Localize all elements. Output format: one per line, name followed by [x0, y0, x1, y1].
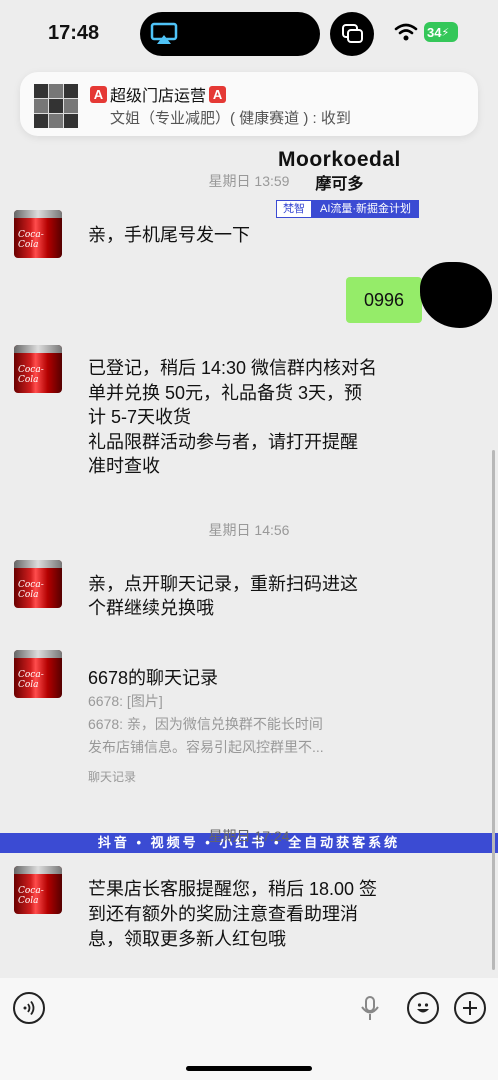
watermark-en: Moorkoedal: [278, 148, 401, 171]
group-avatar: [34, 84, 78, 128]
card-line: 6678: 亲，因为微信兑换群不能长时间: [88, 716, 323, 732]
message-text: 已登记，稍后 14:30 微信群内核对名 单并兑换 50元，礼品备货 3天，预 …: [88, 356, 377, 479]
battery-level: 34: [427, 24, 442, 40]
dynamic-island[interactable]: [140, 12, 320, 56]
airplay-icon: [150, 22, 178, 44]
input-bar: [0, 978, 498, 1080]
notification-banner[interactable]: A 超级门店运营 A 文姐（专业减肥）( 健康赛道 ) : 收到: [20, 72, 478, 136]
message-text: 亲，手机尾号发一下: [88, 225, 250, 245]
message-text: 芒果店长客服提醒您，稍后 18.00 签 到还有额外的奖励注意查看助理消 息，领…: [88, 877, 377, 952]
badge-icon: A: [90, 85, 107, 103]
status-bar: 17:48 34 ⚡: [0, 0, 498, 70]
avatar[interactable]: [14, 210, 62, 258]
timestamp: 星期日 14:56: [208, 522, 290, 538]
avatar[interactable]: [14, 560, 62, 608]
message-line: 礼品限群活动参与者，请打开提醒: [88, 431, 358, 452]
card-line: 发布店铺信息。容易引起风控群里不...: [88, 739, 324, 755]
voice-toggle-icon[interactable]: [13, 992, 45, 1024]
message-line: 亲，点开聊天记录，重新扫码进这: [88, 574, 358, 594]
card-footer: 聊天记录: [88, 770, 137, 784]
avatar[interactable]: [14, 866, 62, 914]
notification-title: 超级门店运营: [110, 88, 207, 105]
message-line: 计 5-7天收货: [88, 407, 192, 427]
message-line: 单并兑换 50元，礼品备货 3天，预: [88, 382, 363, 403]
charging-icon: ⚡: [441, 26, 450, 39]
emoji-icon[interactable]: [407, 992, 439, 1024]
home-indicator[interactable]: [186, 1066, 312, 1071]
card-line: 6678: [图片]: [88, 693, 163, 709]
scrollbar[interactable]: [492, 450, 495, 970]
watermark-tag: 梵智 AI流量·新掘金计划: [276, 200, 420, 218]
notification-body: 文姐（专业减肥）( 健康赛道 ) : 收到: [110, 110, 351, 127]
message-line: 到还有额外的奖励注意查看助理消: [88, 904, 358, 924]
watermark-tag-left: 梵智: [276, 200, 312, 218]
battery-indicator: 34 ⚡: [424, 22, 458, 42]
timestamp: 星期日 13:59: [208, 173, 290, 189]
wifi-icon: [394, 23, 418, 41]
timestamp: 星期日 17:24: [208, 828, 290, 844]
watermark-tag-right: AI流量·新掘金计划: [312, 200, 420, 218]
message-line: 准时查收: [88, 456, 160, 476]
self-message-text: 0996: [363, 289, 405, 310]
self-avatar-redacted[interactable]: [420, 262, 492, 328]
add-icon[interactable]: [454, 992, 486, 1024]
message-line: 已登记，稍后 14:30 微信群内核对名: [88, 358, 378, 378]
message-line: 个群继续兑换哦: [88, 598, 214, 618]
notification-title-row: A 超级门店运营 A: [90, 82, 227, 106]
badge-icon: A: [209, 85, 227, 103]
card-title: 6678的聊天记录: [88, 668, 219, 688]
microphone-icon[interactable]: [360, 996, 380, 1022]
avatar[interactable]: [14, 345, 62, 393]
status-time: 17:48: [48, 22, 100, 44]
message-line: 芒果店长客服提醒您，稍后 18.00 签: [88, 879, 378, 899]
message-line: 息，领取更多新人红包哦: [88, 929, 286, 949]
screen-mirror-icon[interactable]: [330, 12, 374, 56]
avatar[interactable]: [14, 650, 62, 698]
message-text: 亲，点开聊天记录，重新扫码进这 个群继续兑换哦: [88, 572, 358, 620]
self-message-bubble[interactable]: 0996: [346, 277, 422, 323]
